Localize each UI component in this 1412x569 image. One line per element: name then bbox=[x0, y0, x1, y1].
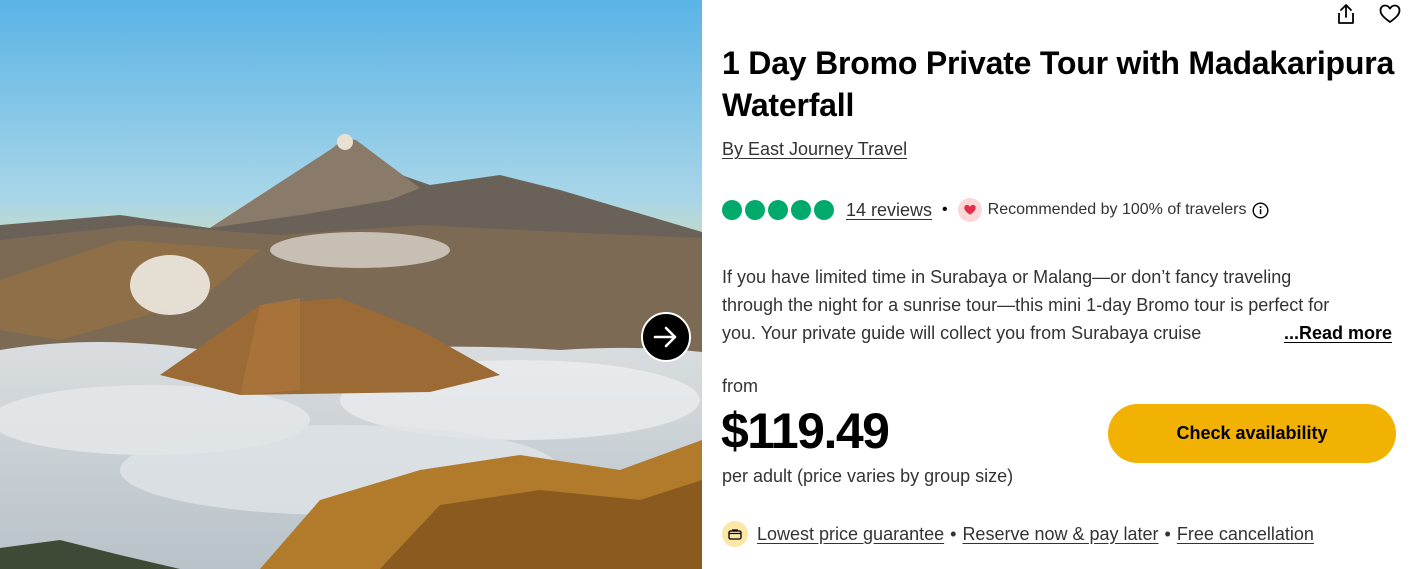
top-actions bbox=[1334, 2, 1402, 26]
separator-dot: • bbox=[1164, 523, 1171, 544]
recommend-badge bbox=[957, 198, 982, 222]
tour-photo[interactable] bbox=[0, 0, 702, 569]
rating-bubble bbox=[768, 200, 788, 220]
benefits-row: Lowest price guarantee • Reserve now & p… bbox=[722, 520, 1314, 548]
tour-description: If you have limited time in Surabaya or … bbox=[722, 263, 1402, 347]
info-button[interactable] bbox=[1252, 201, 1269, 219]
info-icon bbox=[1252, 201, 1269, 219]
rating-row: 14 reviews • Recommended by 100% of trav… bbox=[722, 197, 1269, 223]
read-more-link[interactable]: ...Read more bbox=[1275, 319, 1392, 347]
lowest-price-guarantee-link[interactable]: Lowest price guarantee bbox=[757, 524, 944, 545]
description-line: through the night for a sunrise tour—thi… bbox=[722, 295, 1330, 315]
description-last-line: you. Your private guide will collect you… bbox=[722, 319, 1402, 347]
recommended-text: Recommended by 100% of travelers bbox=[987, 201, 1247, 218]
check-availability-button[interactable]: Check availability bbox=[1108, 404, 1396, 463]
separator-dot: • bbox=[942, 201, 948, 218]
reviews-link[interactable]: 14 reviews bbox=[846, 200, 932, 221]
free-cancellation-link[interactable]: Free cancellation bbox=[1177, 524, 1314, 545]
next-photo-button[interactable] bbox=[641, 312, 691, 362]
bromo-landscape-image bbox=[0, 0, 702, 569]
rating-bubble bbox=[814, 200, 834, 220]
rating-bubble bbox=[745, 200, 765, 220]
price: $119.49 bbox=[721, 403, 890, 459]
from-label: from bbox=[722, 376, 758, 396]
price-unit-note: per adult (price varies by group size) bbox=[722, 466, 1014, 486]
description-line: If you have limited time in Surabaya or … bbox=[722, 267, 1292, 287]
share-icon bbox=[1338, 4, 1354, 24]
tour-title: 1 Day Bromo Private Tour with Madakaripu… bbox=[722, 45, 1395, 123]
text-fade bbox=[1214, 319, 1284, 347]
rating-bubbles bbox=[722, 200, 834, 220]
operator-link[interactable]: By East Journey Travel bbox=[722, 139, 907, 160]
share-button[interactable] bbox=[1334, 2, 1358, 26]
separator-dot: • bbox=[950, 523, 957, 544]
description-line: you. Your private guide will collect you… bbox=[722, 323, 1202, 343]
save-button[interactable] bbox=[1378, 2, 1402, 26]
reserve-now-pay-later-link[interactable]: Reserve now & pay later bbox=[962, 524, 1158, 545]
price-tag-icon bbox=[728, 528, 742, 540]
arrow-right-icon bbox=[653, 326, 677, 348]
heart-outline-icon bbox=[1379, 4, 1401, 23]
heart-icon bbox=[963, 204, 976, 215]
rating-bubble bbox=[722, 200, 742, 220]
price-tag-badge bbox=[722, 521, 748, 547]
rating-bubble bbox=[791, 200, 811, 220]
